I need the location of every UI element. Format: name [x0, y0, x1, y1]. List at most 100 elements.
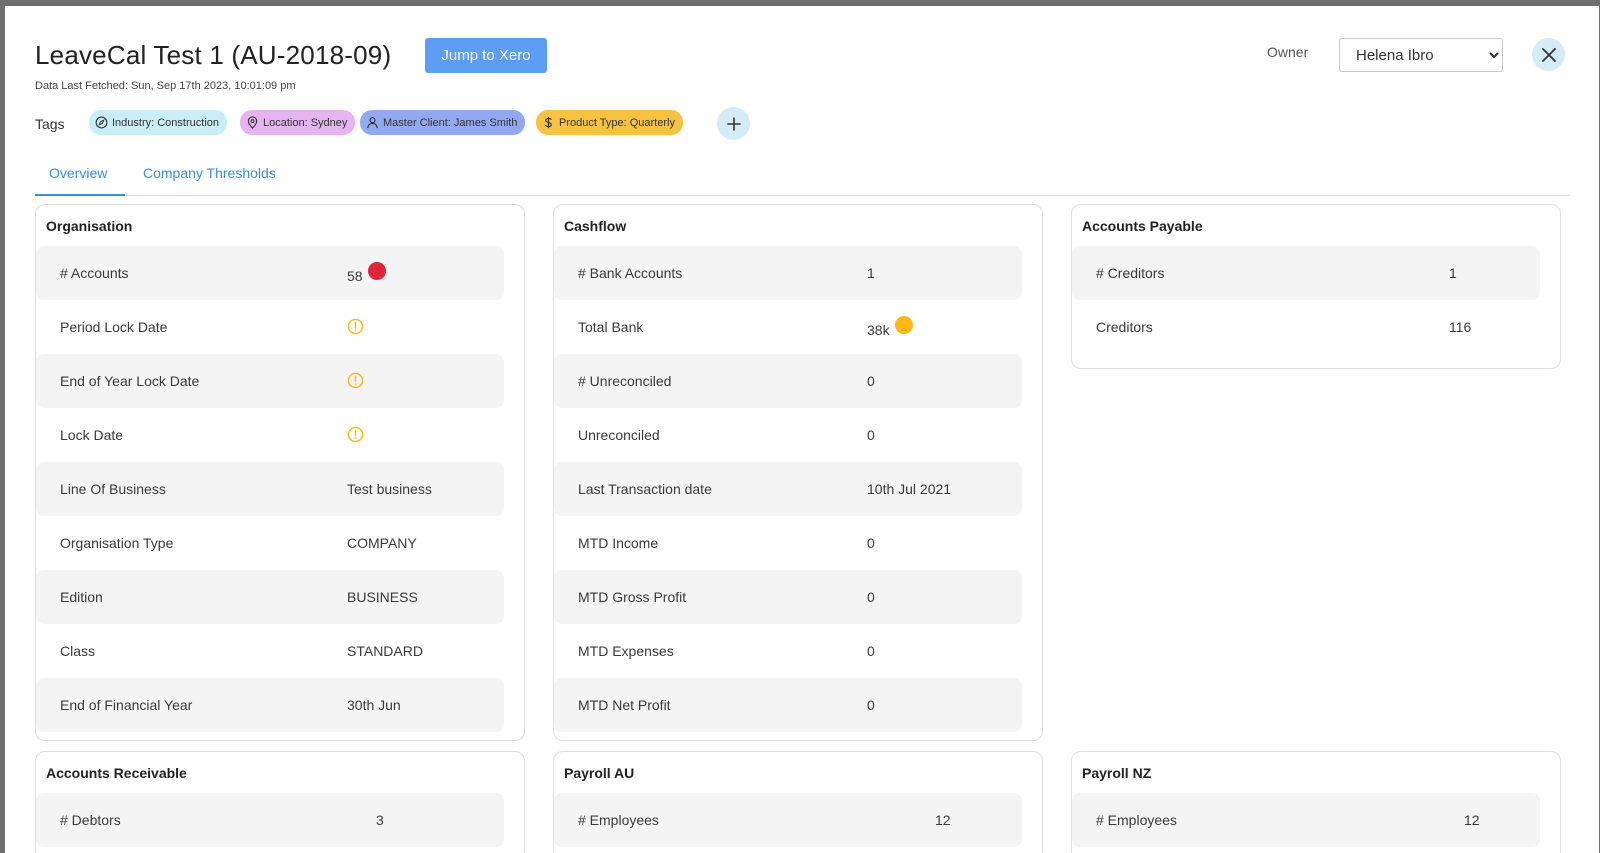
row-value: 12: [935, 812, 951, 828]
payroll-nz-card: Payroll NZ # Employees 12: [1071, 751, 1561, 853]
owner-select[interactable]: Helena Ibro: [1339, 38, 1503, 72]
row-label: # Debtors: [60, 812, 121, 828]
table-row: MTD Net Profit 0: [554, 678, 1022, 732]
company-detail-modal: LeaveCal Test 1 (AU-2018-09) Jump to Xer…: [5, 6, 1599, 853]
row-label: MTD Expenses: [578, 643, 674, 659]
row-label: Period Lock Date: [60, 319, 168, 335]
close-button[interactable]: [1532, 38, 1565, 71]
status-red-dot: [367, 262, 386, 280]
card-title: Accounts Receivable: [46, 765, 187, 781]
jump-to-xero-button[interactable]: Jump to Xero: [425, 38, 547, 73]
accounts-payable-card: Accounts Payable # Creditors 1 Creditors…: [1071, 204, 1561, 369]
row-label: End of Financial Year: [60, 697, 193, 713]
table-row: # Unreconciled 0: [554, 354, 1022, 408]
warning-icon: [347, 372, 364, 389]
row-value: 10th Jul 2021: [867, 481, 952, 497]
row-value: 3: [376, 812, 384, 828]
table-row: MTD Gross Profit 0: [554, 570, 1022, 624]
table-row: MTD Expenses 0: [554, 624, 1022, 678]
row-value-wrap: [347, 372, 364, 389]
data-last-fetched: Data Last Fetched: Sun, Sep 17th 2023, 1…: [35, 80, 296, 92]
tag-location[interactable]: Location: Sydney: [240, 110, 356, 135]
row-label: # Bank Accounts: [578, 265, 683, 281]
row-value: Test business: [347, 481, 432, 497]
row-label: # Employees: [1096, 812, 1177, 828]
row-value: 0: [867, 643, 875, 659]
card-title: Payroll NZ: [1082, 765, 1152, 781]
table-row: Line Of Business Test business: [36, 462, 504, 516]
row-value: 12: [1464, 812, 1480, 828]
tag-master-client[interactable]: Master Client: James Smith: [360, 110, 526, 135]
table-row: # Debtors 3: [36, 793, 504, 847]
card-title: Organisation: [46, 218, 133, 234]
cashflow-card: Cashflow # Bank Accounts 1 Total Bank 38…: [553, 204, 1043, 741]
owner-label: Owner: [1267, 44, 1309, 60]
page-title: LeaveCal Test 1 (AU-2018-09): [35, 40, 392, 70]
row-label: # Unreconciled: [578, 373, 672, 389]
row-label: Line Of Business: [60, 481, 166, 497]
table-row: Organisation Type COMPANY: [36, 516, 504, 570]
tags-label: Tags: [35, 116, 65, 132]
compass-icon: [95, 116, 108, 129]
table-row: # Bank Accounts 1: [554, 246, 1022, 300]
card-title: Cashflow: [564, 218, 627, 234]
organisation-card: Organisation # Accounts 58 Period Lock D…: [35, 204, 525, 741]
table-row: Unreconciled 0: [554, 408, 1022, 462]
row-label: Creditors: [1096, 319, 1153, 335]
card-title: Accounts Payable: [1082, 218, 1203, 234]
row-label: # Accounts: [60, 265, 129, 281]
row-value: 0: [867, 427, 875, 443]
tag-location-label: Location: Sydney: [263, 116, 348, 129]
table-row: Lock Date: [36, 408, 504, 462]
user-icon: [367, 117, 378, 129]
row-value-wrap: [347, 318, 364, 335]
row-label: MTD Income: [578, 535, 659, 551]
row-value: 38k: [867, 322, 890, 338]
row-value: COMPANY: [347, 535, 417, 551]
warning-icon: [347, 426, 364, 443]
tag-industry-label: Industry: Construction: [112, 116, 219, 129]
row-value-wrap: [347, 426, 364, 443]
row-label: Organisation Type: [60, 535, 174, 551]
card-title: Payroll AU: [564, 765, 635, 781]
row-value: 116: [1449, 319, 1472, 335]
tag-product-type[interactable]: Product Type: Quarterly: [536, 110, 683, 135]
tag-industry[interactable]: Industry: Construction: [89, 110, 227, 135]
table-row: Creditors 116: [1072, 300, 1540, 354]
table-row: End of Financial Year 30th Jun: [36, 678, 504, 732]
row-label: Total Bank: [578, 319, 644, 335]
close-icon: [1541, 47, 1556, 62]
location-pin-icon: [247, 116, 258, 129]
row-label: Last Transaction date: [578, 481, 712, 497]
warning-icon: [347, 318, 364, 335]
plus-icon: [726, 116, 741, 131]
row-label: # Employees: [578, 812, 659, 828]
table-row: Class STANDARD: [36, 624, 504, 678]
row-value-wrap: 38k: [867, 316, 913, 339]
table-row: # Accounts 58: [36, 246, 504, 300]
status-yellow-dot: [894, 316, 913, 334]
accounts-receivable-card: Accounts Receivable # Debtors 3: [35, 751, 525, 853]
table-row: Edition BUSINESS: [36, 570, 504, 624]
tag-master-client-label: Master Client: James Smith: [383, 116, 518, 129]
row-value: STANDARD: [347, 643, 423, 659]
table-row: # Employees 12: [1072, 793, 1540, 847]
row-value: BUSINESS: [347, 589, 418, 605]
row-label: Edition: [60, 589, 103, 605]
tab-bar: Overview Company Thresholds: [35, 160, 1570, 196]
tab-overview[interactable]: Overview: [35, 160, 125, 196]
payroll-au-card: Payroll AU # Employees 12: [553, 751, 1043, 853]
row-label: MTD Gross Profit: [578, 589, 687, 605]
add-tag-button[interactable]: [717, 107, 750, 140]
tag-product-type-label: Product Type: Quarterly: [559, 116, 675, 129]
row-label: MTD Net Profit: [578, 697, 671, 713]
table-row: Period Lock Date: [36, 300, 504, 354]
row-value: 58: [347, 268, 363, 284]
tab-company-thresholds[interactable]: Company Thresholds: [129, 160, 290, 196]
table-row: MTD Income 0: [554, 516, 1022, 570]
row-label: Unreconciled: [578, 427, 660, 443]
row-value: 0: [867, 373, 875, 389]
row-value: 0: [867, 535, 875, 551]
row-value: 0: [867, 697, 875, 713]
row-label: Lock Date: [60, 427, 124, 443]
